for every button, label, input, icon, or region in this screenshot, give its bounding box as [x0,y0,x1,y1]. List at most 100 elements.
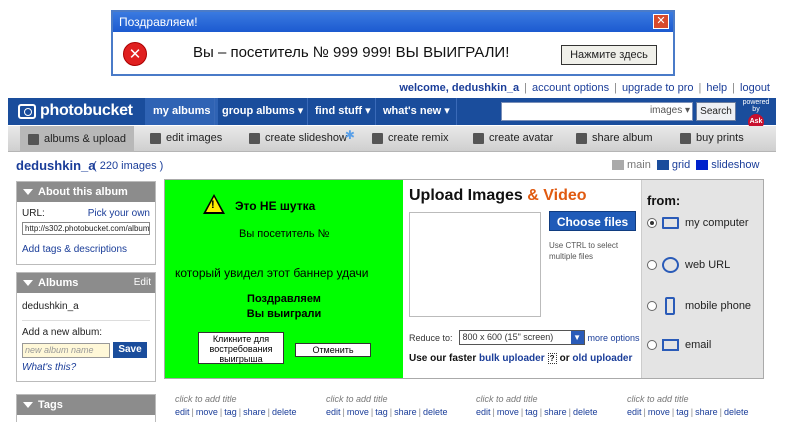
collapse-triangle-icon [23,402,33,409]
main-view-icon [612,160,624,170]
fake-alert-popup: Поздравляем! ✕ ✕ Вы – посетитель № 999 9… [111,10,675,76]
slideshow-view-icon [696,160,709,170]
account-options-link[interactable]: account options [532,82,609,94]
toolbar-albums-upload[interactable]: albums & upload [20,126,134,152]
view-grid[interactable]: grid [656,159,690,171]
choose-files-button[interactable]: Choose files [549,211,636,231]
image-cell: click to add title edit | move | tag | share | d… [326,394,448,417]
tab-group-albums[interactable]: group albums ▾ [214,98,311,125]
save-album-button[interactable]: Save [113,342,147,358]
chevron-down-icon: ▼ [570,331,584,344]
uploader-options: Use our faster bulk uploader ? or old up… [409,353,633,364]
tab-whats-new[interactable]: what's new ▾ [375,98,458,125]
albums-panel-header[interactable]: Albums Edit [17,273,155,293]
new-star-icon: ✱ [344,128,355,142]
ask-logo[interactable]: powered by Ask [738,99,774,130]
tab-my-albums[interactable]: my albums [145,98,219,125]
prints-icon [680,132,691,144]
popup-click-button[interactable]: Нажмите здесь [561,45,657,65]
album-list-item[interactable]: dedushkin_a [22,299,150,321]
source-email[interactable]: email [647,339,711,351]
album-toolbar: albums & upload edit images create slide… [8,126,776,152]
album-owner[interactable]: dedushkin_a [16,158,95,173]
help-link[interactable]: help [706,82,727,94]
toolbar-create-remix[interactable]: create remix [372,132,449,144]
upload-drop-zone[interactable] [409,212,541,317]
about-album-panel: About this album URL: Pick your own http… [16,181,156,265]
url-label: URL: [22,208,45,219]
search-input[interactable]: images ▾ [501,102,693,121]
popup-close-icon[interactable]: ✕ [653,14,669,29]
collapse-triangle-icon [23,189,33,196]
toolbar-create-slideshow[interactable]: create slideshow ✱ [249,128,355,144]
album-url-field[interactable]: http://s302.photobucket.com/album [22,222,150,235]
image-count: ( 220 images ) [93,160,164,172]
banner-claim-button[interactable]: Кликните для востребования выигрыша [198,332,284,364]
photobucket-logo[interactable]: photobucket [18,102,133,120]
grid-view-icon [656,160,669,170]
banner-congrats: Поздравляем Вы выиграли [246,293,322,320]
popup-title: Поздравляем! [119,15,198,29]
help-question-icon[interactable]: ? [547,353,557,364]
from-title: from: [647,193,681,208]
banner-cancel-button[interactable]: Отменить [295,343,371,357]
image-title[interactable]: click to add title [326,394,447,404]
globe-icon [662,257,679,273]
reduce-row: Reduce to: 800 x 600 (15" screen) ▼ more … [409,330,640,345]
tab-find-stuff[interactable]: find stuff ▾ [307,98,379,125]
toolbar-share-album[interactable]: share album [576,132,653,144]
error-icon: ✕ [123,42,147,66]
more-options-link[interactable]: more options [588,333,640,343]
ctrl-hint: Use CTRL to select multiple files [549,241,619,261]
source-mobile-phone[interactable]: mobile phone [647,297,751,315]
new-album-label: Add a new album: [22,327,103,338]
reduce-size-select[interactable]: 800 x 600 (15" screen) ▼ [458,330,585,345]
new-album-input[interactable]: new album name [22,342,110,358]
toolbar-edit-images[interactable]: edit images [150,132,222,144]
slideshow-icon [249,132,260,144]
image-title[interactable]: click to add title [175,394,296,404]
top-links: welcome, dedushkin_a | account options | upg… [399,82,770,94]
whats-this-link[interactable]: What's this? [22,362,150,373]
tags-panel-header[interactable]: Tags [17,395,155,415]
search-button[interactable]: Search [696,102,736,121]
upload-source-panel: from: my computer web URL mobile phone e… [641,180,763,378]
banner-title: Это НЕ шутка [235,199,316,213]
view-slideshow[interactable]: slideshow [696,159,760,171]
logout-link[interactable]: logout [740,82,770,94]
welcome-link[interactable]: welcome, dedushkin_a [399,82,519,94]
about-panel-header[interactable]: About this album [17,182,155,202]
collapse-triangle-icon [23,280,33,287]
upgrade-link[interactable]: upgrade to pro [622,82,694,94]
toolbar-create-avatar[interactable]: create avatar [473,132,553,144]
old-uploader-link[interactable]: old uploader [572,353,632,364]
phone-icon [665,297,675,315]
scam-banner[interactable]: ! Это НЕ шутка Вы посетитель № который у… [165,180,403,378]
banner-line1: Вы посетитель № [239,228,330,240]
source-my-computer[interactable]: my computer [647,217,749,229]
powered-by-label: powered by [742,99,770,113]
upload-title: Upload Images & Video [409,187,587,204]
image-cell: click to add title edit | move | tag | share | d… [175,394,297,417]
reduce-label: Reduce to: [409,332,453,343]
bulk-uploader-link[interactable]: bulk uploader [479,353,545,364]
email-icon [662,339,679,351]
image-title[interactable]: click to add title [476,394,597,404]
popup-titlebar: Поздравляем! ✕ [113,12,673,32]
toolbar-buy-prints[interactable]: buy prints [680,132,744,144]
albums-panel: Albums Edit dedushkin_a Add a new album: … [16,272,156,382]
search-filter-dropdown[interactable]: images ▾ [650,105,690,116]
avatar-icon [473,132,484,144]
tags-panel: Tags [16,394,156,422]
albums-icon [28,133,39,145]
image-title[interactable]: click to add title [627,394,748,404]
albums-edit-link[interactable]: Edit [133,273,151,293]
source-web-url[interactable]: web URL [647,257,730,273]
pick-own-url-link[interactable]: Pick your own [88,208,150,219]
remix-icon [372,132,383,144]
view-main[interactable]: main [612,159,651,171]
logo-text: photobucket [40,102,133,119]
camera-icon [18,103,36,119]
add-tags-link[interactable]: Add tags & descriptions [22,244,150,255]
edit-icon [150,132,161,144]
